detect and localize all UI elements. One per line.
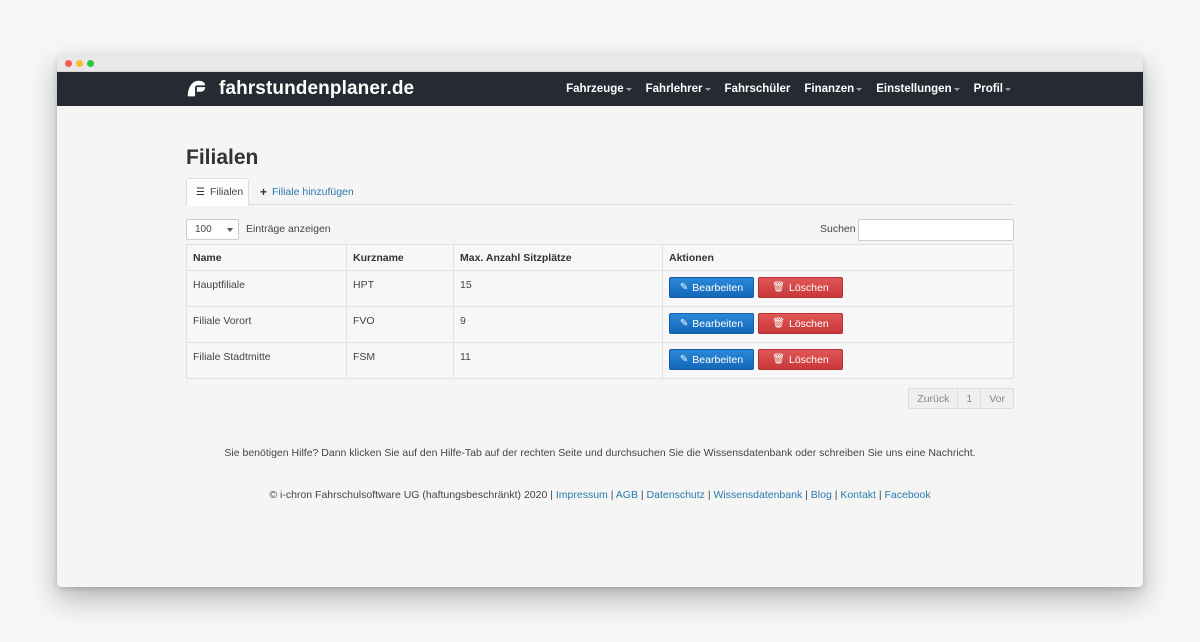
pagination-page[interactable]: 1 [957,389,980,408]
delete-button[interactable]: 🗑 Löschen [758,277,843,298]
cell-kurzname: HPT [346,270,454,307]
caret-down-icon [953,88,960,91]
pagination: Zurück 1 Vor [908,388,1014,409]
nav-label: Fahrschüler [724,83,791,95]
tab-label: Filiale hinzufügen [272,185,354,198]
column-header-kurzname[interactable]: Kurzname [346,244,454,271]
window-titlebar [57,55,1143,72]
delete-button[interactable]: 🗑 Löschen [758,349,843,370]
entries-length-select[interactable]: 100 [186,219,239,240]
column-header-sitzplaetze[interactable]: Max. Anzahl Sitzplätze [453,244,663,271]
brand[interactable]: fahrstundenplaner.de [185,78,414,100]
trash-icon: 🗑 [772,354,785,365]
edit-label: Bearbeiten [692,317,744,330]
table-header-row: Name Kurzname Max. Anzahl Sitzplätze Akt… [186,244,1014,271]
footer-link-facebook[interactable]: Facebook [885,489,931,501]
entries-length-label: Einträge anzeigen [246,223,331,235]
chevron-down-icon [227,228,233,232]
cell-name: Hauptfiliale [186,270,347,307]
edit-button[interactable]: ✎ Bearbeiten [669,313,754,334]
delete-label: Löschen [789,353,829,366]
tab-label: Filialen [209,186,244,198]
tab-filiale-hinzufuegen[interactable]: + Filiale hinzufügen [260,178,354,205]
helmet-logo-icon [187,80,206,97]
footer-copyright: © i-chron Fahrschulsoftware UG (haftungs… [269,489,548,501]
pencil-icon: ✎ [679,318,689,329]
table-row: Filiale Vorort FVO 9 ✎ Bearbeiten 🗑 Löschen [186,306,1014,343]
footer-link-agb[interactable]: AGB [616,489,638,501]
column-header-name[interactable]: Name [186,244,347,271]
browser-window: fahrstundenplaner.de Fahrzeuge Fahrlehre… [57,55,1143,587]
nav-fahrschueler[interactable]: Fahrschüler [725,83,791,95]
caret-down-icon [856,88,863,91]
caret-down-icon [704,88,711,91]
cell-name: Filiale Vorort [186,306,347,343]
cell-sitzplaetze: 15 [453,270,663,307]
main-nav: Fahrzeuge Fahrlehrer Fahrschüler Finanze… [552,72,1011,106]
maximize-window-icon[interactable] [87,60,94,67]
edit-label: Bearbeiten [692,353,744,366]
cell-actions: ✎ Bearbeiten 🗑 Löschen [662,342,1014,379]
search-input[interactable] [858,219,1014,241]
help-text: Sie benötigen Hilfe? Dann klicken Sie au… [224,447,976,459]
cell-sitzplaetze: 9 [453,306,663,343]
footer-link-wissensdatenbank[interactable]: Wissensdatenbank [713,489,802,501]
table-row: Filiale Stadtmitte FSM 11 ✎ Bearbeiten 🗑 Lö… [186,342,1014,379]
nav-fahrzeuge[interactable]: Fahrzeuge [566,83,632,95]
footer-link-datenschutz[interactable]: Datenschutz [647,489,705,501]
plus-icon: + [260,184,268,199]
pencil-icon: ✎ [679,354,689,365]
nav-einstellungen[interactable]: Einstellungen [876,83,960,95]
minimize-window-icon[interactable] [76,60,83,67]
nav-label: Profil [973,83,1003,95]
pencil-icon: ✎ [679,282,689,293]
cell-name: Filiale Stadtmitte [186,342,347,379]
cell-actions: ✎ Bearbeiten 🗑 Löschen [662,306,1014,343]
footer-link-impressum[interactable]: Impressum [556,489,608,501]
nav-label: Fahrzeuge [566,83,624,95]
footer-link-kontakt[interactable]: Kontakt [840,489,876,501]
footer: © i-chron Fahrschulsoftware UG (haftungs… [269,489,931,501]
search-label: Suchen [820,223,856,235]
nav-profil[interactable]: Profil [974,83,1011,95]
table-row: Hauptfiliale HPT 15 ✎ Bearbeiten 🗑 Löschen [186,270,1014,307]
delete-label: Löschen [789,281,829,294]
column-header-aktionen: Aktionen [662,244,1014,271]
brand-name: fahrstundenplaner.de [219,78,415,99]
delete-button[interactable]: 🗑 Löschen [758,313,843,334]
page-title: Filialen [186,146,259,169]
cell-kurzname: FVO [346,306,454,343]
caret-down-icon [625,88,632,91]
pagination-next[interactable]: Vor [980,389,1013,408]
cell-kurzname: FSM [346,342,454,379]
trash-icon: 🗑 [772,318,785,329]
pagination-prev[interactable]: Zurück [909,389,957,408]
caret-down-icon [1005,88,1011,91]
footer-link-blog[interactable]: Blog [811,489,832,501]
branches-table: Name Kurzname Max. Anzahl Sitzplätze Akt… [186,244,1014,379]
tab-bar: ☰ Filialen + Filiale hinzufügen [186,178,1014,206]
nav-label: Einstellungen [876,83,952,95]
nav-label: Finanzen [804,83,855,95]
list-icon: ☰ [196,186,205,198]
edit-button[interactable]: ✎ Bearbeiten [669,349,754,370]
edit-label: Bearbeiten [692,281,744,294]
cell-sitzplaetze: 11 [453,342,663,379]
nav-fahrlehrer[interactable]: Fahrlehrer [646,83,711,95]
entries-length-value: 100 [195,224,212,235]
nav-finanzen[interactable]: Finanzen [804,83,863,95]
close-window-icon[interactable] [65,60,72,67]
edit-button[interactable]: ✎ Bearbeiten [669,277,754,298]
cell-actions: ✎ Bearbeiten 🗑 Löschen [662,270,1014,307]
tab-filialen[interactable]: ☰ Filialen [186,178,249,206]
trash-icon: 🗑 [772,282,785,293]
top-navbar: fahrstundenplaner.de Fahrzeuge Fahrlehre… [57,72,1143,106]
nav-label: Fahrlehrer [645,83,703,95]
delete-label: Löschen [789,317,829,330]
